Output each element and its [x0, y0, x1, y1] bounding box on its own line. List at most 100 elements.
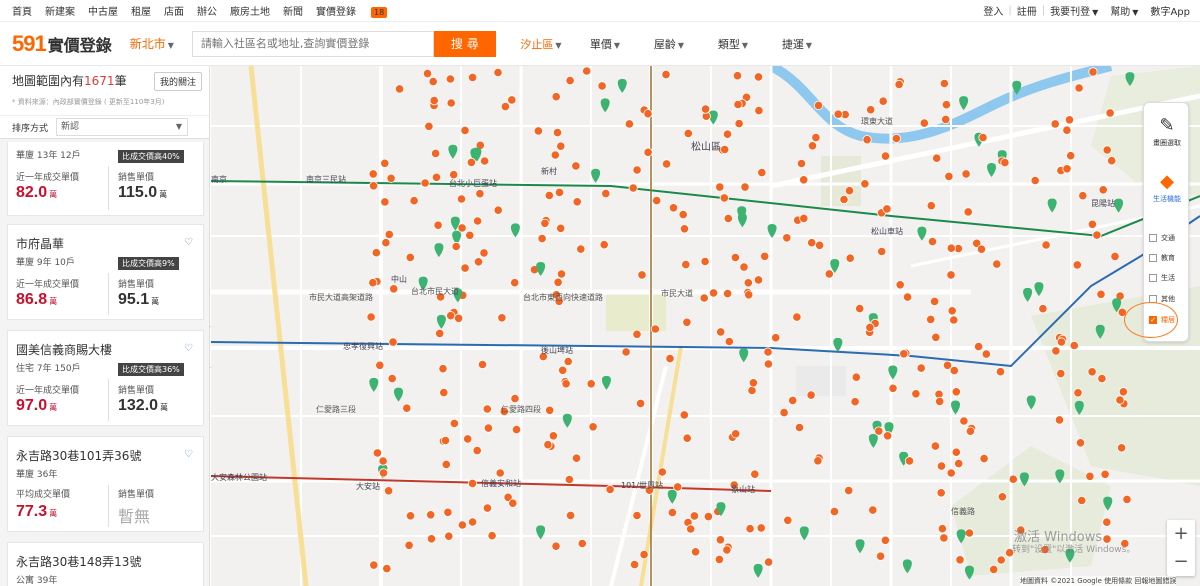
price-pin: [1073, 388, 1083, 398]
price-pin: [382, 563, 392, 574]
nav-factory-land[interactable]: 廠房土地: [230, 3, 270, 18]
price-compare-tag: 比成交價高9%: [118, 257, 179, 270]
price-pin: [1100, 469, 1110, 479]
recent-price-label: 近一年成交單價: [16, 386, 80, 396]
price-pin: [995, 367, 1006, 377]
price-pin: [661, 70, 671, 80]
price-pin: [1077, 495, 1087, 506]
filter-age[interactable]: 屋齡 ▼: [638, 36, 700, 52]
listing-card[interactable]: 華廈 13年 12戶 比成交價高40% 近一年成交單價 銷售單價 82.0 萬 1…: [7, 142, 204, 216]
price-pin: [395, 84, 405, 94]
price-pin: [722, 289, 733, 299]
app-link[interactable]: 數字App: [1150, 3, 1190, 18]
map-label: 信義路: [951, 507, 975, 516]
post-menu[interactable]: 我要刊登 ▼: [1050, 3, 1098, 18]
price-pin: [556, 269, 567, 279]
sale-price-value: 115.0 萬: [118, 184, 167, 202]
search-input[interactable]: [191, 30, 434, 57]
price-pin: [862, 135, 872, 145]
draw-select-tool[interactable]: ✎ 畫圈選取: [1144, 115, 1190, 148]
price-pin: [964, 528, 975, 538]
price-pin: [441, 459, 451, 469]
city-selector[interactable]: 新北市 ▼: [130, 35, 174, 52]
price-pin: [740, 182, 750, 192]
sort-select[interactable]: 新認 ▼: [56, 118, 189, 136]
price-pin: [679, 224, 690, 234]
windows-watermark-hint: 转到"设置"以激活 Windows。: [1012, 545, 1136, 555]
price-pin: [929, 296, 940, 306]
pencil-icon: ✎: [1159, 115, 1175, 136]
price-pin: [868, 505, 878, 515]
price-pin: [935, 396, 945, 406]
filter-mrt[interactable]: 捷運 ▼: [766, 36, 828, 52]
chevron-down-icon: ▼: [175, 122, 183, 131]
filter-unit-price[interactable]: 單價 ▼: [574, 36, 636, 52]
price-pin: [965, 426, 976, 436]
price-pin: [477, 359, 488, 370]
login-link[interactable]: 登入: [983, 3, 1003, 18]
listing-card[interactable]: 永吉路30巷148弄13號 公寓 39年: [7, 542, 204, 586]
listing-card[interactable]: 市府晶華 ♡ 華廈 9年 10戶 比成交價高9% 近一年成交單價 銷售單價 86…: [7, 224, 204, 320]
price-unit: 萬: [160, 403, 169, 412]
price-pin: [378, 456, 388, 466]
nav-price-registry[interactable]: 實價登錄 18: [316, 3, 400, 18]
nav-home[interactable]: 首頁: [12, 3, 32, 18]
recent-price-number: 86.8: [16, 291, 48, 308]
search-button[interactable]: 搜 尋: [433, 30, 496, 57]
nav-shop[interactable]: 店面: [164, 3, 184, 18]
map-label: 仁愛路四段: [501, 405, 541, 414]
price-pin: [763, 557, 774, 567]
nav-new-project[interactable]: 新建案: [45, 3, 75, 18]
price-pin: [782, 233, 792, 243]
filter-district[interactable]: 汐止區 ▼: [510, 36, 572, 52]
header: 591 實價登錄 新北市▼ 搜 尋 汐止區▼ 單價▼ 屋齡▼ 類型▼ 捷運▼: [0, 22, 1200, 66]
traffic-checkbox[interactable]: 交通: [1149, 233, 1175, 243]
price-pin: [839, 194, 849, 205]
price-pin: [961, 169, 971, 179]
post-menu-label: 我要刊登: [1050, 7, 1091, 18]
education-checkbox[interactable]: 教育: [1149, 253, 1175, 263]
listing-card[interactable]: 永吉路30巷101弄36號 ♡ 華廈 36年 平均成交單價 銷售單價 77.3 萬…: [7, 436, 204, 532]
living-checkbox[interactable]: 生活: [1149, 273, 1175, 283]
price-pin: [1050, 119, 1060, 129]
price-pin: [947, 306, 957, 316]
heart-icon[interactable]: ♡: [184, 237, 193, 248]
price-pin: [1008, 474, 1018, 484]
price-pin: [565, 510, 576, 520]
my-follow-button[interactable]: 我的關注: [153, 72, 202, 91]
nav-rent[interactable]: 租屋: [131, 3, 151, 18]
price-pin: [558, 365, 568, 375]
life-function-label: 生活機能: [1153, 195, 1181, 203]
price-pin: [482, 503, 492, 513]
recent-price-number: 82.0: [16, 184, 48, 201]
recent-price-label: 近一年成交單價: [16, 173, 80, 183]
register-link[interactable]: 註冊: [1017, 3, 1037, 18]
divider: [108, 379, 109, 421]
price-pin: [992, 259, 1002, 269]
price-pin: [882, 431, 893, 441]
price-pin: [402, 403, 412, 413]
nav-used-house[interactable]: 中古屋: [88, 3, 118, 18]
nav-office[interactable]: 辦公: [197, 3, 217, 18]
heart-icon[interactable]: ♡: [184, 343, 193, 354]
zoom-in-button[interactable]: +: [1167, 520, 1195, 548]
sale-price-value: 95.1 萬: [118, 291, 159, 309]
divider: |: [1008, 5, 1012, 16]
price-pin: [540, 218, 550, 228]
price-pin: [731, 429, 741, 439]
map-canvas[interactable]: 南京三民站 南京 台北小巨蛋站 新村 松山區 松山車站 中山 市民大道高架道路 …: [211, 66, 1200, 586]
price-pin: [730, 252, 741, 263]
price-pin: [409, 196, 419, 206]
help-menu[interactable]: 幫助 ▼: [1110, 3, 1138, 18]
filter-type[interactable]: 類型 ▼: [702, 36, 764, 52]
heart-icon[interactable]: ♡: [184, 449, 193, 460]
price-pin: [1000, 158, 1010, 168]
logo[interactable]: 591 實價登錄: [12, 31, 112, 57]
listing-card[interactable]: 國美信義商賜大樓 ♡ 住宅 7年 150戶 比成交價高36% 近一年成交單價 銷…: [7, 330, 204, 426]
price-pin: [745, 524, 755, 534]
zoom-out-button[interactable]: −: [1167, 548, 1195, 576]
nav-news[interactable]: 新聞: [283, 3, 303, 18]
life-function-tool[interactable]: ◆ 生活機能: [1144, 171, 1190, 204]
price-pin: [443, 507, 453, 517]
map-label: 新村: [541, 167, 557, 176]
